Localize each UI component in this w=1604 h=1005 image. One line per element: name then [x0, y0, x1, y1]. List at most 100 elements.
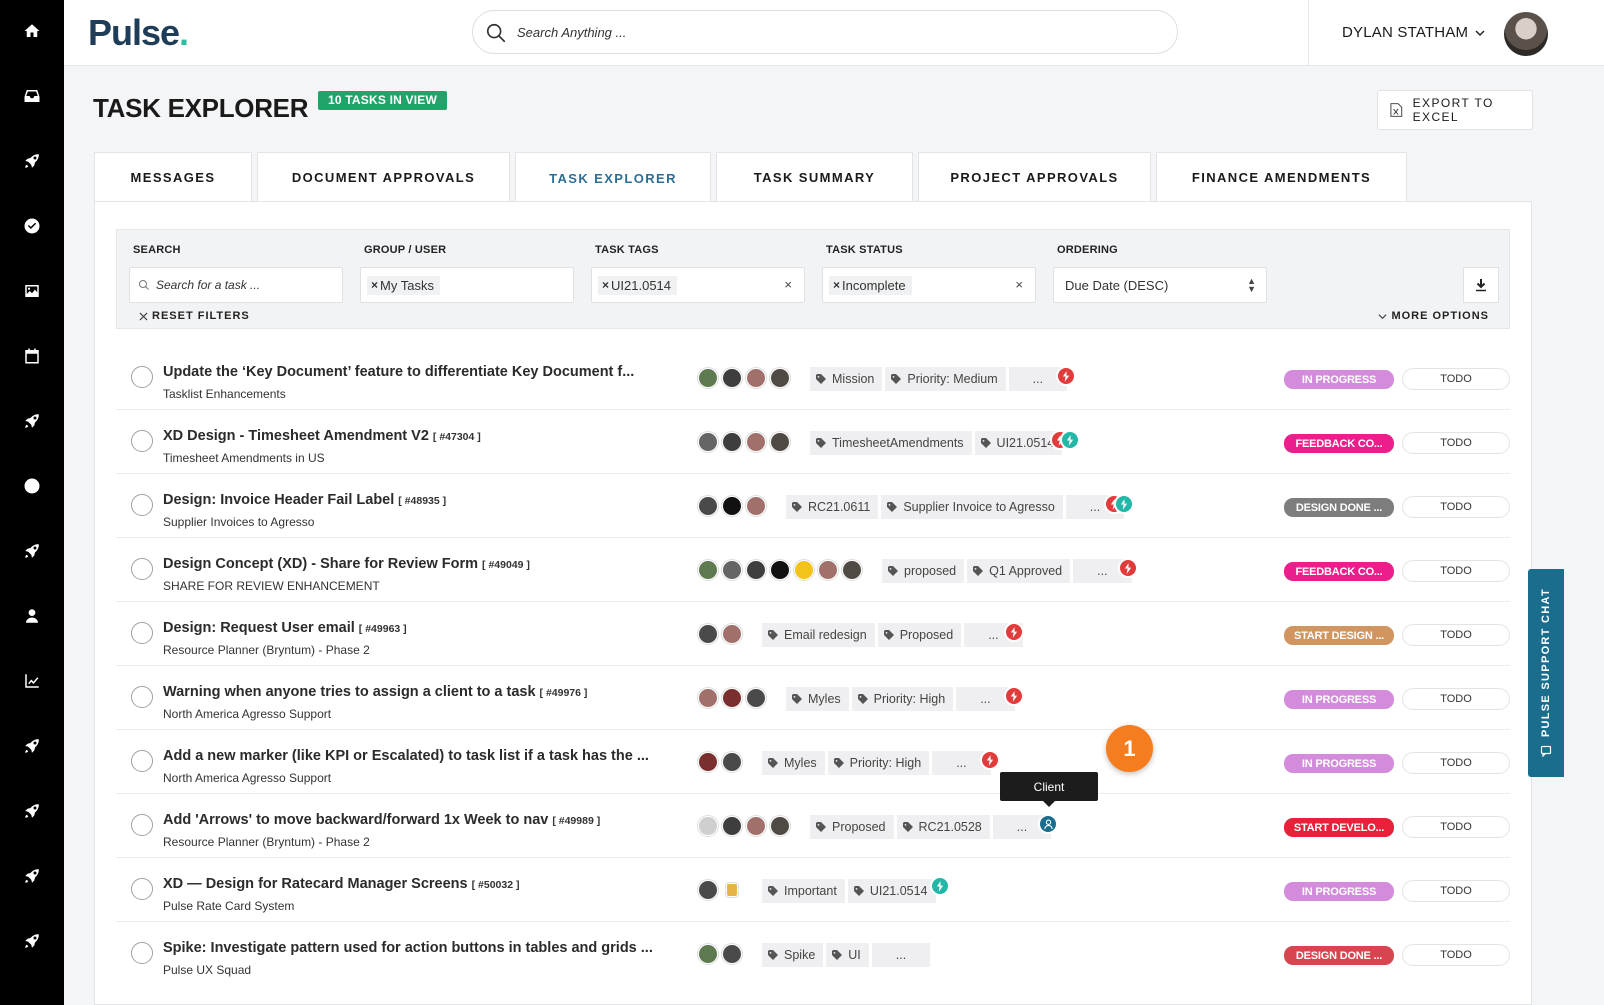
task-complete-checkbox[interactable] [131, 494, 153, 516]
nav-timesheet[interactable] [0, 466, 64, 506]
task-complete-checkbox[interactable] [131, 942, 153, 964]
avatar[interactable] [698, 624, 718, 644]
status-badge[interactable]: IN PROGRESS [1284, 690, 1394, 709]
global-search-input[interactable] [517, 24, 1137, 40]
task-title[interactable]: Design: Request User email[ #49963 ] [163, 620, 407, 636]
tag[interactable]: RC21.0611 [786, 495, 879, 519]
todo-button[interactable]: TODO [1402, 880, 1510, 902]
task-title[interactable]: XD — Design for Ratecard Manager Screens… [163, 876, 519, 892]
status-badge[interactable]: IN PROGRESS [1284, 882, 1394, 901]
avatar[interactable] [698, 496, 718, 516]
task-title[interactable]: Add 'Arrows' to move backward/forward 1x… [163, 812, 600, 828]
remove-chip-icon[interactable]: × [602, 278, 609, 292]
task-row[interactable]: Design: Request User email[ #49963 ] Res… [116, 602, 1510, 666]
remove-chip-icon[interactable]: × [833, 278, 840, 292]
nav-users[interactable] [0, 596, 64, 636]
escalated-marker-icon[interactable] [980, 750, 1000, 770]
avatar[interactable] [794, 560, 814, 580]
kpi-marker-icon[interactable] [1060, 430, 1080, 450]
nav-home[interactable] [0, 11, 64, 51]
tag[interactable]: Mission [810, 367, 883, 391]
status-badge[interactable]: IN PROGRESS [1284, 754, 1394, 773]
avatar[interactable] [698, 816, 718, 836]
task-row[interactable]: Spike: Investigate pattern used for acti… [116, 922, 1510, 986]
task-row[interactable]: Add a new marker (like KPI or Escalated)… [116, 730, 1510, 794]
tag[interactable]: Priority: High [827, 751, 930, 775]
avatar[interactable] [698, 560, 718, 580]
task-row[interactable]: Design Concept (XD) - Share for Review F… [116, 538, 1510, 602]
nav-rocket-7[interactable] [0, 921, 64, 961]
todo-button[interactable]: TODO [1402, 560, 1510, 582]
avatar[interactable] [698, 880, 718, 900]
task-tags-select[interactable]: × UI21.0514 × [591, 267, 805, 303]
tag[interactable]: Q1 Approved [967, 559, 1071, 583]
tab-project-approvals[interactable]: PROJECT APPROVALS [918, 152, 1151, 202]
global-search[interactable] [472, 10, 1178, 54]
todo-button[interactable]: TODO [1402, 432, 1510, 454]
task-search-input[interactable] [156, 278, 326, 292]
status-badge[interactable]: IN PROGRESS [1284, 370, 1394, 389]
tag[interactable]: Important [762, 879, 845, 903]
avatar[interactable] [770, 432, 790, 452]
nav-rocket-4[interactable] [0, 726, 64, 766]
escalated-marker-icon[interactable] [1004, 622, 1024, 642]
avatar[interactable] [698, 752, 718, 772]
nav-rocket-1[interactable] [0, 141, 64, 181]
nav-rocket-2[interactable] [0, 401, 64, 441]
task-complete-checkbox[interactable] [131, 622, 153, 644]
avatar[interactable] [746, 816, 766, 836]
task-title[interactable]: XD Design - Timesheet Amendment V2[ #473… [163, 428, 481, 444]
task-title[interactable]: Design Concept (XD) - Share for Review F… [163, 556, 530, 572]
task-title[interactable]: Design: Invoice Header Fail Label[ #4893… [163, 492, 446, 508]
escalated-marker-icon[interactable] [1056, 366, 1076, 386]
task-complete-checkbox[interactable] [131, 814, 153, 836]
avatar[interactable] [746, 432, 766, 452]
avatar[interactable] [746, 368, 766, 388]
more-tags[interactable]: ... [871, 943, 931, 967]
client-marker-icon[interactable] [1038, 814, 1058, 834]
task-title[interactable]: Spike: Investigate pattern used for acti… [163, 940, 653, 956]
nav-reports[interactable] [0, 661, 64, 701]
todo-button[interactable]: TODO [1402, 816, 1510, 838]
avatar[interactable] [722, 368, 742, 388]
remove-chip-icon[interactable]: × [371, 278, 378, 292]
avatar[interactable] [722, 816, 742, 836]
avatar[interactable] [770, 368, 790, 388]
tag[interactable]: RC21.0528 [896, 815, 990, 839]
tab-finance-amendments[interactable]: FINANCE AMENDMENTS [1156, 152, 1407, 202]
task-row[interactable]: Design: Invoice Header Fail Label[ #4893… [116, 474, 1510, 538]
download-button[interactable] [1463, 267, 1499, 303]
todo-button[interactable]: TODO [1402, 624, 1510, 646]
nav-calendar[interactable] [0, 336, 64, 376]
status-badge[interactable]: FEEDBACK CO... [1284, 562, 1394, 581]
tag[interactable]: proposed [882, 559, 965, 583]
tab-task-summary[interactable]: TASK SUMMARY [716, 152, 913, 202]
task-complete-checkbox[interactable] [131, 750, 153, 772]
reset-filters-button[interactable]: RESET FILTERS [139, 310, 250, 322]
nav-rocket-5[interactable] [0, 791, 64, 831]
tag[interactable]: TimesheetAmendments [810, 431, 972, 455]
tag[interactable]: Proposed [877, 623, 962, 647]
tag[interactable]: Myles [786, 687, 849, 711]
task-row[interactable]: Warning when anyone tries to assign a cl… [116, 666, 1510, 730]
more-options-button[interactable]: MORE OPTIONS [1378, 310, 1489, 322]
task-row[interactable]: XD Design - Timesheet Amendment V2[ #473… [116, 410, 1510, 474]
todo-button[interactable]: TODO [1402, 688, 1510, 710]
tab-messages[interactable]: MESSAGES [94, 152, 252, 202]
nav-inbox[interactable] [0, 76, 64, 116]
task-complete-checkbox[interactable] [131, 558, 153, 580]
status-badge[interactable]: DESIGN DONE ... [1284, 946, 1394, 965]
tag[interactable]: Priority: High [851, 687, 954, 711]
avatar[interactable] [722, 688, 742, 708]
avatar[interactable] [698, 944, 718, 964]
todo-button[interactable]: TODO [1402, 944, 1510, 966]
tag[interactable]: Priority: Medium [885, 367, 1006, 391]
task-search-box[interactable] [129, 267, 343, 303]
user-avatar[interactable] [1504, 12, 1548, 56]
task-title[interactable]: Add a new marker (like KPI or Escalated)… [163, 748, 649, 764]
avatar[interactable] [770, 816, 790, 836]
tab-document-approvals[interactable]: DOCUMENT APPROVALS [257, 152, 510, 202]
task-status-select[interactable]: × Incomplete × [822, 267, 1036, 303]
avatar[interactable] [722, 624, 742, 644]
task-complete-checkbox[interactable] [131, 366, 153, 388]
